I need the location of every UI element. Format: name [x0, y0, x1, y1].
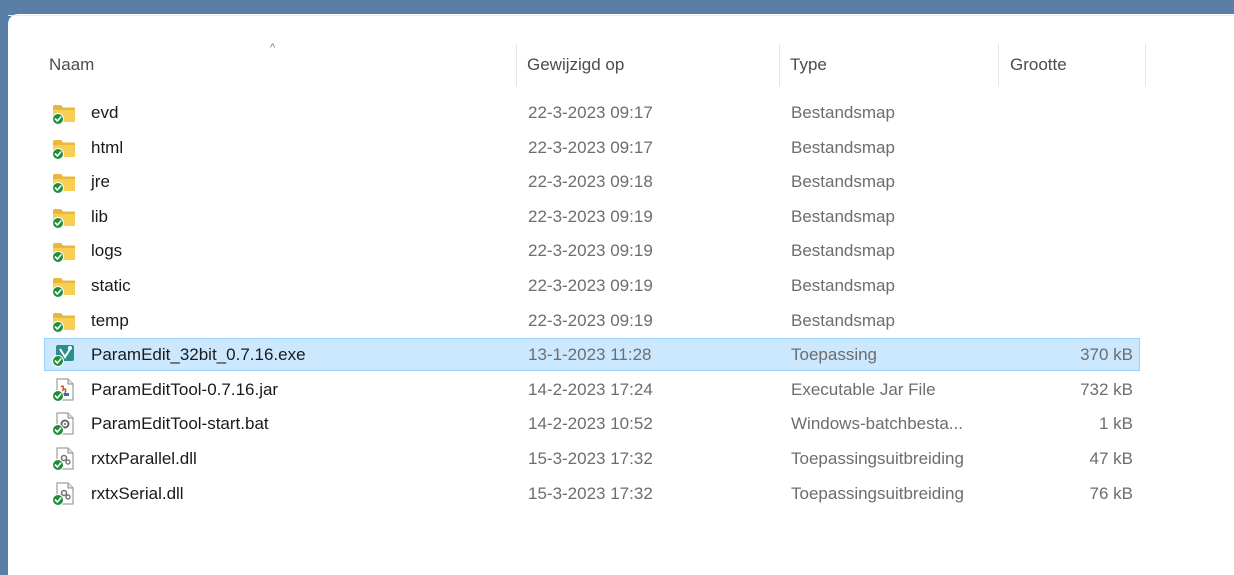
file-name: rxtxSerial.dll: [91, 483, 184, 503]
file-type: Bestandsmap: [791, 172, 895, 192]
file-name: static: [91, 276, 131, 295]
file-row[interactable]: logs 22-3-2023 09:19 Bestandsmap: [44, 234, 1140, 267]
file-type: Toepassing: [791, 345, 878, 365]
file-type: Bestandsmap: [791, 103, 895, 122]
sort-ascending-icon: ^: [270, 42, 276, 54]
file-row[interactable]: ParamEditTool-start.bat 14-2-2023 10:52 Wi…: [44, 407, 1140, 440]
file-row[interactable]: ParamEditTool-0.7.16.jar 14-2-2023 17:24 E…: [44, 373, 1140, 406]
file-size: 47 kB: [1089, 449, 1133, 468]
file-type: Bestandsmap: [791, 241, 895, 261]
file-size: 732 kB: [1080, 379, 1133, 399]
file-type: Bestandsmap: [791, 137, 895, 157]
file-name: ParamEditTool-0.7.16.jar: [91, 379, 279, 399]
file-name: evd: [91, 103, 119, 122]
file-row[interactable]: rxtxSerial.dll 15-3-2023 17:32 Toepassings…: [44, 477, 1140, 510]
file-modified-date: 14-2-2023 10:52: [528, 414, 653, 434]
file-type: Toepassingsuitbreiding: [791, 483, 964, 503]
file-explorer-panel: ^ Naam Gewijzigd op Type Grootte evd 22-3…: [8, 14, 1234, 575]
file-name: temp: [91, 310, 129, 330]
file-row[interactable]: evd 22-3-2023 09:17 Bestandsmap: [44, 96, 1140, 129]
column-divider[interactable]: [779, 44, 780, 86]
file-modified-date: 22-3-2023 09:19: [528, 241, 653, 261]
file-modified-date: 22-3-2023 09:19: [528, 310, 653, 330]
file-modified-date: 22-3-2023 09:18: [528, 172, 653, 192]
column-divider[interactable]: [998, 44, 999, 86]
file-name: jre: [91, 172, 110, 192]
column-divider[interactable]: [1145, 44, 1146, 86]
file-modified-date: 22-3-2023 09:17: [528, 103, 653, 122]
file-size: 1 kB: [1098, 414, 1133, 434]
file-name: ParamEdit_32bit_0.7.16.exe: [91, 345, 306, 365]
file-modified-date: 15-3-2023 17:32: [528, 449, 653, 468]
file-modified-date: 22-3-2023 09:19: [528, 276, 653, 295]
file-modified-date: 15-3-2023 17:32: [528, 483, 653, 503]
file-row[interactable]: jre 22-3-2023 09:18 Bestandsmap: [44, 165, 1140, 198]
file-row[interactable]: static 22-3-2023 09:19 Bestandsmap: [44, 269, 1140, 302]
file-modified-date: 22-3-2023 09:19: [528, 206, 653, 226]
file-row[interactable]: ParamEdit_32bit_0.7.16.exe 13-1-2023 11:2…: [44, 338, 1140, 372]
file-type: Executable Jar File: [791, 379, 936, 399]
file-modified-date: 14-2-2023 17:24: [528, 379, 653, 399]
file-type: Toepassingsuitbreiding: [791, 449, 964, 468]
file-modified-date: 22-3-2023 09:17: [528, 137, 653, 157]
file-type: Bestandsmap: [791, 206, 895, 226]
column-divider[interactable]: [516, 44, 517, 86]
file-type: Bestandsmap: [791, 310, 895, 330]
file-name: logs: [91, 241, 123, 261]
file-row[interactable]: lib 22-3-2023 09:19 Bestandsmap: [44, 200, 1140, 233]
file-row[interactable]: html 22-3-2023 09:17 Bestandsmap: [44, 131, 1140, 164]
column-header-name[interactable]: Naam: [49, 40, 94, 90]
column-header-modified[interactable]: Gewijzigd op: [527, 40, 624, 90]
file-size: 76 kB: [1089, 483, 1133, 503]
column-header-size[interactable]: Grootte: [1010, 40, 1067, 90]
column-header-row: ^ Naam Gewijzigd op Type Grootte: [8, 40, 1234, 90]
file-name: rxtxParallel.dll: [91, 449, 197, 468]
file-row[interactable]: rxtxParallel.dll 15-3-2023 17:32 Toepassin…: [44, 442, 1140, 475]
top-divider: [8, 15, 1234, 16]
file-name: html: [91, 137, 124, 157]
file-row[interactable]: temp 22-3-2023 09:19 Bestandsmap: [44, 304, 1140, 337]
file-size: 370 kB: [1080, 345, 1133, 365]
file-name: ParamEditTool-start.bat: [91, 414, 269, 434]
file-modified-date: 13-1-2023 11:28: [528, 345, 652, 365]
file-name: lib: [91, 206, 109, 226]
column-header-type[interactable]: Type: [790, 40, 827, 90]
file-type: Bestandsmap: [791, 276, 895, 295]
file-type: Windows-batchbesta...: [791, 414, 963, 434]
